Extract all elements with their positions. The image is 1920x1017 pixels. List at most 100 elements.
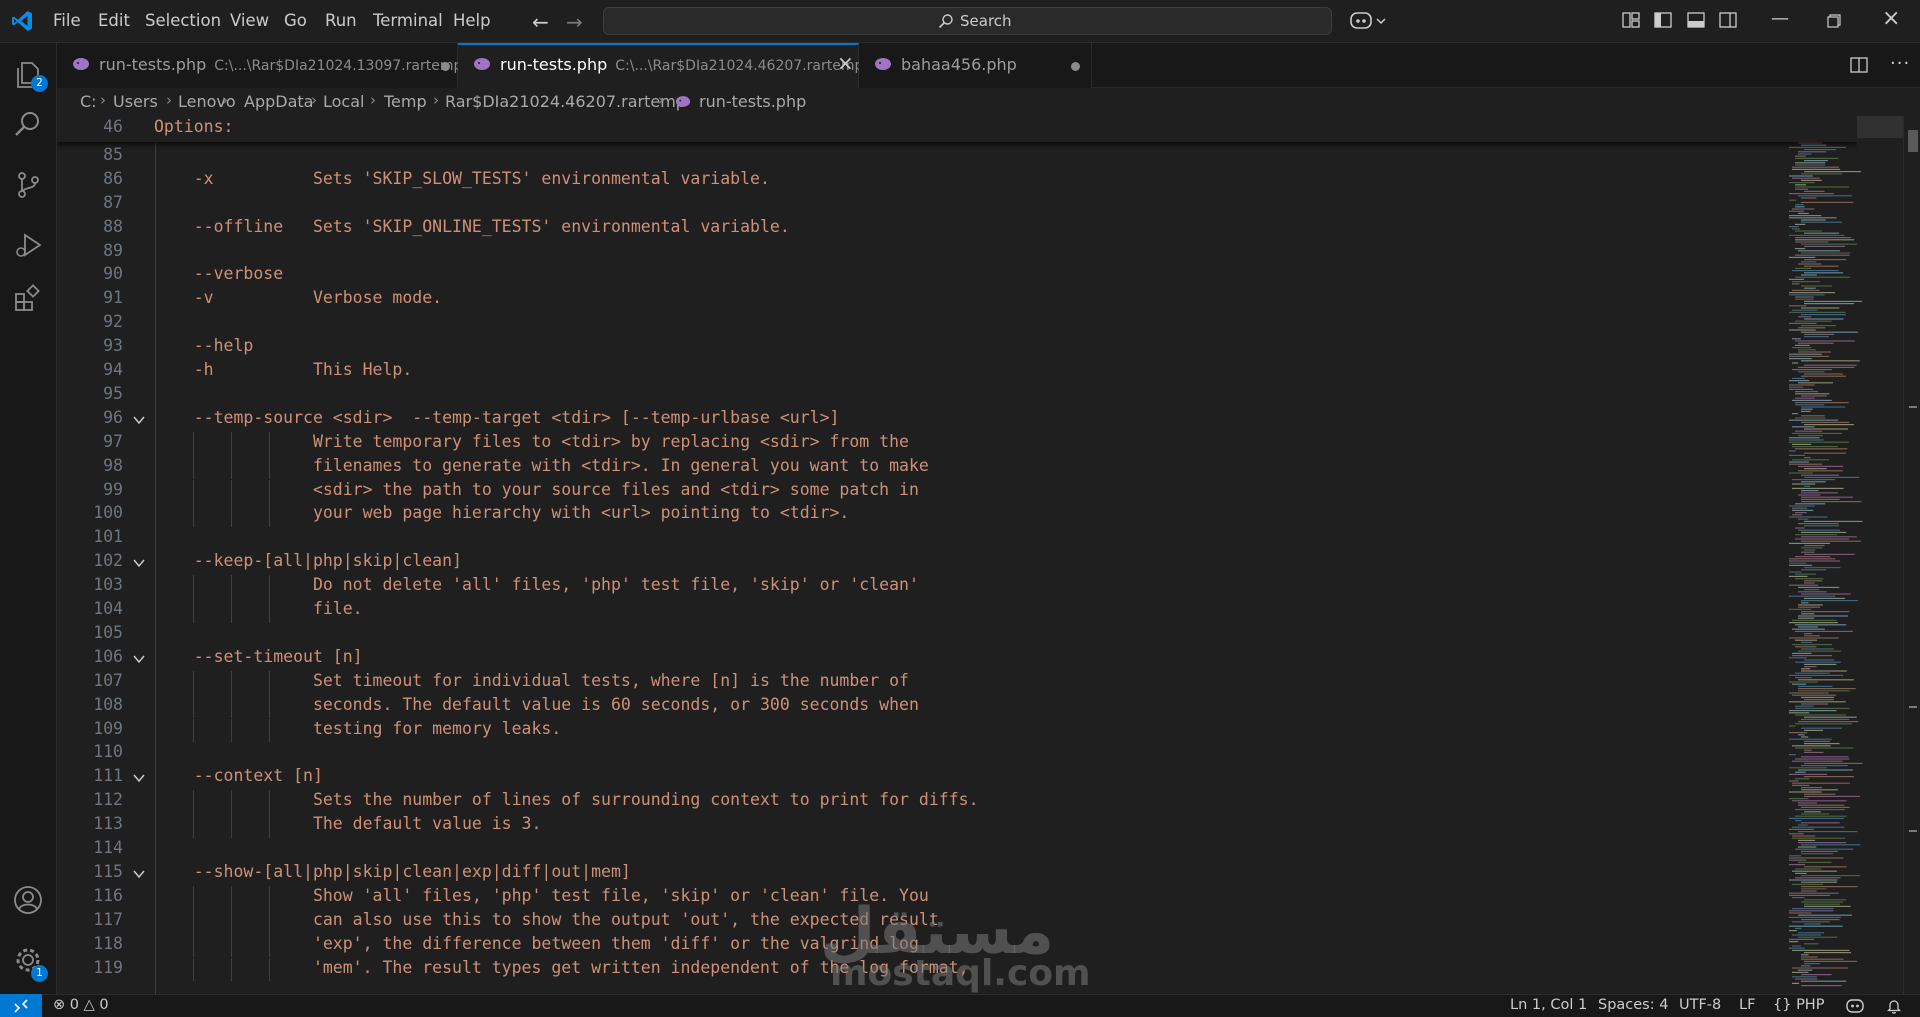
- menu-view[interactable]: View: [230, 11, 269, 30]
- command-center-search[interactable]: Search: [603, 7, 1332, 35]
- breadcrumb-item[interactable]: AppData: [244, 92, 313, 111]
- copilot-icon[interactable]: [1349, 10, 1389, 32]
- code-line[interactable]: 'mem'. The result types get written inde…: [154, 958, 969, 977]
- code-editor[interactable]: 46 Options: 83 84 -s <file> Write output…: [57, 116, 1857, 994]
- minimap-line: [1798, 523, 1839, 525]
- fold-chevron-icon[interactable]: [133, 557, 145, 569]
- code-line[interactable]: Write temporary files to <tdir> by repla…: [154, 432, 909, 451]
- minimize-icon[interactable]: —: [1771, 8, 1789, 29]
- fold-chevron-icon[interactable]: [133, 772, 145, 784]
- vscode-logo[interactable]: [10, 9, 34, 33]
- fold-chevron-icon[interactable]: [133, 414, 145, 426]
- breadcrumb-item[interactable]: Users: [113, 92, 158, 111]
- minimap-line: [1789, 925, 1843, 927]
- minimap-line: [1798, 861, 1832, 863]
- tab-path: C:\...\Rar$DIa21024.13097.rartemp: [214, 58, 463, 74]
- code-line[interactable]: filenames to generate with <tdir>. In ge…: [154, 456, 929, 475]
- problems-indicator[interactable]: ⊗ 0 △ 0: [53, 997, 109, 1013]
- breadcrumb-item[interactable]: Rar$DIa21024.46207.rartemp: [445, 92, 686, 111]
- code-line[interactable]: Set timeout for individual tests, where …: [154, 671, 909, 690]
- breadcrumb-item[interactable]: Temp: [384, 92, 427, 111]
- breadcrumb-item[interactable]: run-tests.php: [699, 92, 806, 111]
- sticky-scroll-header[interactable]: 46 Options:: [57, 116, 1857, 142]
- code-line[interactable]: file.: [154, 599, 363, 618]
- close-tab-icon[interactable]: ×: [837, 51, 854, 75]
- language-mode[interactable]: {} PHP: [1773, 997, 1824, 1013]
- toggle-secondary-sidebar-icon[interactable]: [1719, 11, 1737, 29]
- cursor-position[interactable]: Ln 1, Col 1: [1510, 997, 1587, 1013]
- code-line[interactable]: --verbose: [154, 264, 283, 283]
- minimap-line: [1795, 705, 1814, 707]
- remote-button[interactable]: [0, 994, 42, 1017]
- minimap-line: [1792, 967, 1849, 969]
- menu-run[interactable]: Run: [325, 11, 357, 30]
- line-number: 100: [93, 503, 123, 523]
- minimap-line: [1801, 787, 1823, 789]
- code-line[interactable]: --help: [154, 336, 254, 355]
- menu-file[interactable]: File: [53, 11, 81, 30]
- back-arrow-icon[interactable]: ←: [532, 10, 549, 34]
- minimap-line: [1795, 267, 1812, 269]
- search-icon[interactable]: [13, 109, 43, 139]
- toggle-primary-sidebar-icon[interactable]: [1654, 11, 1672, 29]
- tab-bahaa456[interactable]: bahaa456.php: [859, 43, 1092, 88]
- menu-help[interactable]: Help: [453, 11, 491, 30]
- copilot-icon[interactable]: [1846, 998, 1864, 1014]
- unsaved-dot-icon[interactable]: [1071, 62, 1080, 71]
- menu-edit[interactable]: Edit: [98, 11, 130, 30]
- vertical-scrollbar[interactable]: [1903, 116, 1920, 994]
- indentation[interactable]: Spaces: 4: [1598, 997, 1668, 1013]
- minimap-line: [1789, 199, 1797, 201]
- menu-terminal[interactable]: Terminal: [373, 11, 443, 30]
- minimap-line: [1804, 259, 1847, 261]
- minimap-line: [1801, 406, 1846, 408]
- code-line[interactable]: --temp-source <sdir> --temp-target <tdir…: [154, 408, 840, 427]
- code-line[interactable]: The default value is 3.: [154, 814, 541, 833]
- breadcrumb-item[interactable]: C:: [80, 92, 97, 111]
- end-of-line[interactable]: LF: [1739, 997, 1755, 1013]
- code-line[interactable]: --set-timeout [n]: [154, 647, 363, 666]
- scrollbar-thumb[interactable]: [1908, 130, 1918, 152]
- code-line[interactable]: Show 'all' files, 'php' test file, 'skip…: [154, 886, 929, 905]
- line-number: 93: [103, 336, 123, 356]
- minimap[interactable]: [1787, 116, 1907, 994]
- extensions-icon[interactable]: [13, 283, 43, 313]
- more-actions-icon[interactable]: ···: [1890, 53, 1910, 74]
- menu-go[interactable]: Go: [284, 11, 307, 30]
- toggle-panel-icon[interactable]: [1687, 11, 1705, 29]
- code-line[interactable]: your web page hierarchy with <url> point…: [154, 503, 849, 522]
- code-line[interactable]: -v Verbose mode.: [154, 288, 442, 307]
- minimap-line: [1804, 749, 1812, 751]
- code-line[interactable]: -x Sets 'SKIP_SLOW_TESTS' environmental …: [154, 169, 770, 188]
- code-line[interactable]: --offline Sets 'SKIP_ONLINE_TESTS' envir…: [154, 217, 790, 236]
- tab-run-tests-46207[interactable]: run-tests.php C:\...\Rar$DIa21024.46207.r…: [458, 43, 863, 88]
- tab-run-tests-13097[interactable]: run-tests.php C:\...\Rar$DIa21024.13097.r…: [57, 43, 462, 88]
- bell-icon[interactable]: [1886, 998, 1902, 1014]
- code-line[interactable]: testing for memory leaks.: [154, 719, 561, 738]
- forward-arrow-icon[interactable]: →: [566, 10, 583, 34]
- minimap-line: [1795, 503, 1826, 505]
- close-window-icon[interactable]: ×: [1882, 6, 1900, 31]
- unsaved-dot-icon[interactable]: [441, 62, 450, 71]
- encoding[interactable]: UTF-8: [1679, 997, 1721, 1013]
- code-line[interactable]: can also use this to show the output 'ou…: [154, 910, 939, 929]
- fold-chevron-icon[interactable]: [133, 868, 145, 880]
- customize-layout-icon[interactable]: [1622, 11, 1640, 29]
- code-line[interactable]: --keep-[all|php|skip|clean]: [154, 551, 462, 570]
- fold-chevron-icon[interactable]: [133, 653, 145, 665]
- restore-icon[interactable]: [1826, 13, 1842, 29]
- minimap-line: [1801, 219, 1826, 221]
- code-line[interactable]: Sets the number of lines of surrounding …: [154, 790, 979, 809]
- source-control-icon[interactable]: [13, 170, 43, 200]
- menu-selection[interactable]: Selection: [145, 11, 221, 30]
- code-line[interactable]: -h This Help.: [154, 360, 413, 379]
- minimap-line: [1798, 617, 1815, 619]
- minimap-line: [1792, 826, 1845, 828]
- code-line[interactable]: --show-[all|php|skip|clean|exp|diff|out|…: [154, 862, 631, 881]
- account-icon[interactable]: [13, 885, 43, 915]
- run-debug-icon[interactable]: [13, 230, 43, 260]
- split-editor-icon[interactable]: [1850, 56, 1868, 74]
- code-line[interactable]: --context [n]: [154, 766, 323, 785]
- breadcrumb-item[interactable]: Local: [323, 92, 364, 111]
- minimap-line: [1798, 802, 1818, 804]
